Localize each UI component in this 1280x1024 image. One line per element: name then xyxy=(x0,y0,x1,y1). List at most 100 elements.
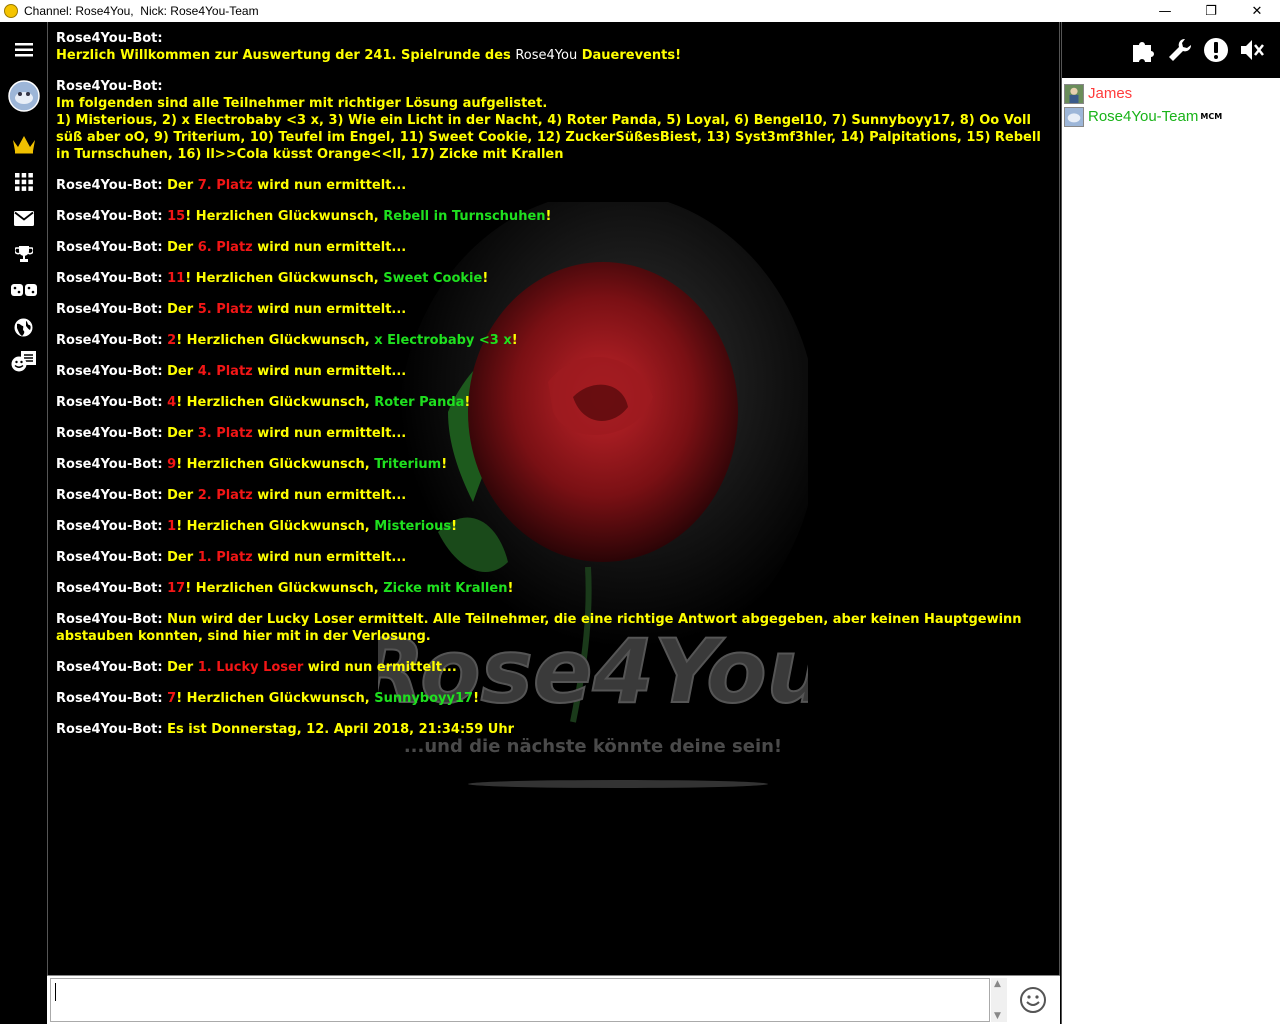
user-name: Rose4You-Team xyxy=(1088,108,1199,125)
winner-name: Sweet Cookie xyxy=(383,271,483,286)
chat-area[interactable]: Rose4You ...und die nächste könnte deine… xyxy=(47,22,1060,975)
message: Rose4You-Bot: 1! Herzlichen Glückwunsch,… xyxy=(56,518,1056,535)
mail-icon[interactable] xyxy=(0,202,47,234)
bot-name: Rose4You-Bot: xyxy=(56,581,163,596)
menu-icon[interactable] xyxy=(0,34,47,66)
winning-number: 9 xyxy=(167,457,177,472)
avatar-icon[interactable] xyxy=(0,78,47,114)
message-text: Der xyxy=(167,488,198,503)
left-sidebar xyxy=(0,22,47,1024)
crown-icon[interactable] xyxy=(0,128,47,160)
place-label: 1. Lucky Loser xyxy=(197,660,304,675)
globe-icon[interactable] xyxy=(0,311,47,343)
bot-name: Rose4You-Bot: xyxy=(56,395,163,410)
minimize-button[interactable]: — xyxy=(1142,0,1188,22)
bot-name: Rose4You-Bot: xyxy=(56,209,163,224)
message-text: ! Herzlichen Glückwunsch, xyxy=(176,457,375,472)
maximize-button[interactable]: ❐ xyxy=(1188,0,1234,22)
message: Rose4You-Bot: Im folgenden sind alle Tei… xyxy=(56,78,1056,163)
participant-list: 1) Misterious, 2) x Electrobaby <3 x, 3)… xyxy=(56,113,1041,162)
winner-name: x Electrobaby <3 x xyxy=(374,333,512,348)
message-text: ! xyxy=(451,519,458,534)
smiley-news-icon[interactable] xyxy=(0,345,47,377)
message-text: ! Herzlichen Glückwunsch, xyxy=(176,395,375,410)
message-text: wird nun ermittelt... xyxy=(303,660,457,675)
user-avatar xyxy=(1064,83,1084,104)
window-titlebar: Channel: Rose4You, Nick: Rose4You-Team —… xyxy=(0,0,1280,22)
bot-name: Rose4You-Bot: xyxy=(56,722,163,737)
user-name: James xyxy=(1088,85,1133,102)
message-text: ! Herzlichen Glückwunsch, xyxy=(185,271,384,286)
place-label: 5. Platz xyxy=(197,302,253,317)
wrench-icon[interactable] xyxy=(1166,36,1194,64)
message-input[interactable] xyxy=(50,978,990,1022)
winner-name: Zicke mit Krallen xyxy=(383,581,508,596)
message: Rose4You-Bot: Der 7. Platz wird nun ermi… xyxy=(56,177,1056,194)
bot-name: Rose4You-Bot: xyxy=(56,240,163,255)
message: Rose4You-Bot: Der 1. Lucky Loser wird nu… xyxy=(56,659,1056,676)
trophy-icon[interactable] xyxy=(0,238,47,270)
bot-name: Rose4You-Bot: xyxy=(56,488,163,503)
message-text: Herzlich Willkommen zur Auswertung der 2… xyxy=(56,48,516,63)
close-button[interactable]: ✕ xyxy=(1234,0,1280,22)
place-label: 2. Platz xyxy=(197,488,253,503)
message-text: ! Herzlichen Glückwunsch, xyxy=(176,519,375,534)
message: Rose4You-Bot: 2! Herzlichen Glückwunsch,… xyxy=(56,332,1056,349)
mute-icon[interactable] xyxy=(1238,36,1266,64)
message-text: Der xyxy=(167,302,198,317)
message-text: ! xyxy=(507,581,514,596)
alert-icon[interactable] xyxy=(1202,36,1230,64)
message-text: wird nun ermittelt... xyxy=(252,178,407,193)
user-item[interactable]: Rose4You-Team MCM xyxy=(1064,105,1222,128)
winner-name: Rebell in Turnschuhen xyxy=(383,209,546,224)
scroll-up-icon[interactable]: ▲ xyxy=(994,979,1001,989)
message-text: wird nun ermittelt... xyxy=(252,364,407,379)
bot-name: Rose4You-Bot: xyxy=(56,457,163,472)
message: Rose4You-Bot: Der 3. Platz wird nun ermi… xyxy=(56,425,1056,442)
winner-name: Roter Panda xyxy=(374,395,465,410)
message: Rose4You-Bot: 17! Herzlichen Glückwunsch… xyxy=(56,580,1056,597)
message-text: ! Herzlichen Glückwunsch, xyxy=(185,209,384,224)
bot-name: Rose4You-Bot: xyxy=(56,302,163,317)
winning-number: 1 xyxy=(167,519,177,534)
app-icon xyxy=(4,4,18,18)
message: Rose4You-Bot: Nun wird der Lucky Loser e… xyxy=(56,611,1056,645)
message: Rose4You-Bot: 7! Herzlichen Glückwunsch,… xyxy=(56,690,1056,707)
bot-name: Rose4You-Bot: xyxy=(56,660,163,675)
winner-name: Sunnyboyy17 xyxy=(374,691,474,706)
message: Rose4You-Bot: Der 4. Platz wird nun ermi… xyxy=(56,363,1056,380)
message-text: ! xyxy=(482,271,489,286)
winner-name: Misterious xyxy=(374,519,452,534)
input-scrollbar[interactable]: ▲ ▼ xyxy=(991,978,1007,1022)
scroll-down-icon[interactable]: ▼ xyxy=(994,1011,1001,1021)
message-text: ! xyxy=(545,209,552,224)
winning-number: 2 xyxy=(167,333,177,348)
bot-name: Rose4You-Bot: xyxy=(56,691,163,706)
message: Rose4You-Bot: Der 6. Platz wird nun ermi… xyxy=(56,239,1056,256)
user-item[interactable]: James xyxy=(1064,82,1222,105)
message-text: Dauerevents! xyxy=(577,48,682,63)
winning-number: 4 xyxy=(167,395,177,410)
message: Rose4You-Bot: Der 1. Platz wird nun ermi… xyxy=(56,549,1056,566)
message-text: ! xyxy=(441,457,448,472)
message-text: wird nun ermittelt... xyxy=(252,302,407,317)
winning-number: 11 xyxy=(167,271,186,286)
apps-grid-icon[interactable] xyxy=(0,166,47,198)
games-icon[interactable] xyxy=(0,274,47,306)
emoji-icon[interactable] xyxy=(1019,986,1047,1014)
winner-name: Triterium xyxy=(374,457,442,472)
message-text: Der xyxy=(167,364,198,379)
message-text: ! xyxy=(511,333,518,348)
bot-name: Rose4You-Bot: xyxy=(56,333,163,348)
message: Rose4You-Bot: Der 5. Platz wird nun ermi… xyxy=(56,301,1056,318)
message: Rose4You-Bot: Der 2. Platz wird nun ermi… xyxy=(56,487,1056,504)
message-text: wird nun ermittelt... xyxy=(252,488,407,503)
message-text: ! Herzlichen Glückwunsch, xyxy=(176,691,375,706)
brand-text: Rose4You xyxy=(515,48,578,63)
user-list: James Rose4You-Team MCM xyxy=(1064,82,1222,128)
place-label: 7. Platz xyxy=(197,178,253,193)
user-panel: James Rose4You-Team MCM xyxy=(1061,22,1280,1024)
message: Rose4You-Bot: Herzlich Willkommen zur Au… xyxy=(56,30,1056,64)
message: Rose4You-Bot: 11! Herzlichen Glückwunsch… xyxy=(56,270,1056,287)
puzzle-icon[interactable] xyxy=(1130,36,1158,64)
